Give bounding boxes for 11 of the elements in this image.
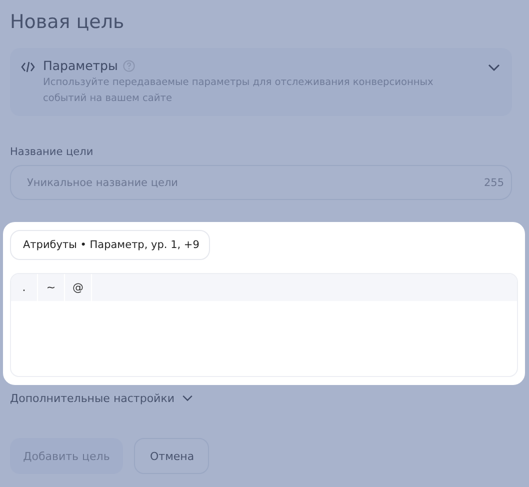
chevron-icon[interactable] bbox=[488, 64, 500, 72]
field-label: Название цели bbox=[10, 146, 94, 158]
parameters-title: Параметры bbox=[43, 58, 118, 73]
goal-name-field[interactable]: Уникальное название цели bbox=[27, 176, 484, 188]
character-counter: 255 bbox=[484, 176, 504, 188]
form-button[interactable]: Отмена bbox=[134, 438, 209, 474]
code-icon bbox=[21, 61, 35, 73]
advanced-settings-toggle[interactable]: Дополнительные настройки bbox=[10, 392, 529, 405]
page-title: Новая цель bbox=[10, 10, 126, 35]
editor-area[interactable]: . ~ @ bbox=[10, 273, 518, 377]
attributes-chip[interactable]: Атрибуты • Параметр, ур. 1, +9 bbox=[10, 230, 210, 260]
